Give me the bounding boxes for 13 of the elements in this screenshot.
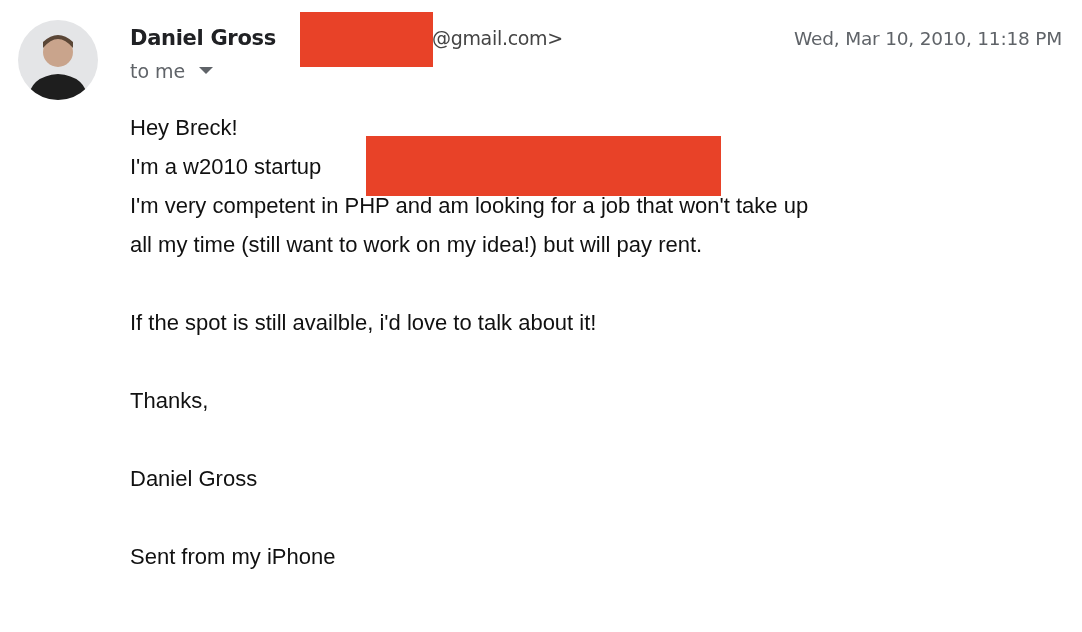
sender-name: Daniel Gross xyxy=(130,26,276,50)
body-text: Sent from my iPhone xyxy=(130,544,336,569)
body-text: Thanks, xyxy=(130,388,209,413)
body-text: Daniel Gross xyxy=(130,466,258,491)
sender-email: @gmail.com> xyxy=(431,27,563,49)
body-text: I'm very competent in PHP and am looking for a job that won't take up xyxy=(130,193,809,218)
message-date: Wed, Mar 10, 2010, 11:18 PM xyxy=(794,28,1062,49)
body-text: Hey Breck! xyxy=(130,115,238,140)
recipient-label: to me xyxy=(130,60,186,82)
body-text: If the spot is still availble, i'd love to talk about it! xyxy=(130,310,597,335)
dropdown-caret-icon[interactable] xyxy=(199,67,214,75)
body-text: I'm a w2010 startup xyxy=(130,154,322,179)
body-text: all my time (still want to work on my idea!) but will pay rent. xyxy=(130,232,703,257)
